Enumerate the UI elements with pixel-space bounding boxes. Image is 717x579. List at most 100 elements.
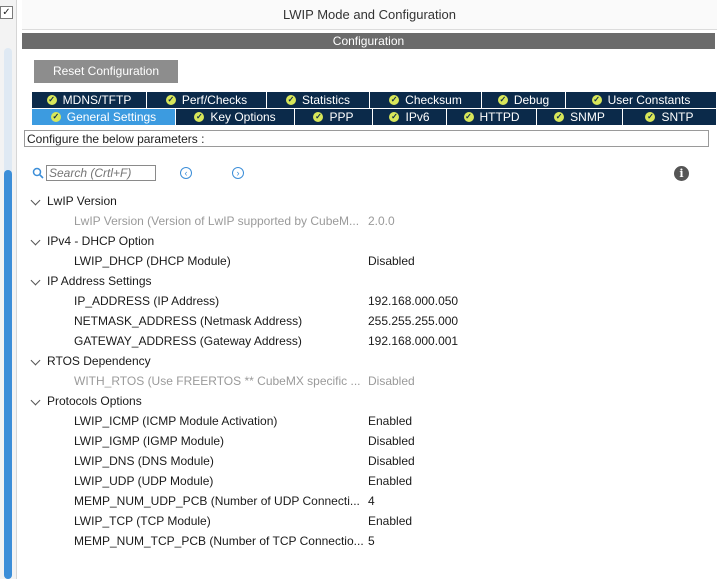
parameter-value[interactable]: 255.255.255.000 [368,311,458,331]
config-panel: LWIP Mode and Configuration Configuratio… [22,0,717,579]
parameter-value[interactable]: Disabled [368,431,415,451]
chevron-right-circle-icon[interactable]: › [232,167,244,179]
tab-checksum[interactable]: ✓ Checksum [370,92,482,108]
parameter-row[interactable]: WITH_RTOS (Use FREERTOS ** CubeMX specif… [22,371,712,391]
tab-mdns-tftp[interactable]: ✓ MDNS/TFTP [32,92,147,108]
parameter-row[interactable]: LWIP_IGMP (IGMP Module) Disabled [22,431,712,451]
tab-label: MDNS/TFTP [62,93,132,107]
parameter-row[interactable]: LWIP_ICMP (ICMP Module Activation) Enable… [22,411,712,431]
tab-row-1: ✓ MDNS/TFTP ✓ Perf/Checks ✓ Statistics ✓ Checks… [32,92,717,108]
parameter-name: LWIP_IGMP (IGMP Module) [74,434,225,448]
parameter-name: IP_ADDRESS (IP Address) [74,294,220,308]
tab-label: Statistics [301,93,350,107]
group-header[interactable]: IP Address Settings [22,271,712,291]
group-label: IP Address Settings [47,274,152,288]
check-circle-icon: ✓ [50,112,61,122]
parameter-row[interactable]: LWIP_TCP (TCP Module) Enabled [22,511,712,531]
group-header[interactable]: LwIP Version [22,191,712,211]
check-circle-icon: ✓ [389,112,400,122]
tab-label: Perf/Checks [181,93,248,107]
chevron-down-icon[interactable] [30,235,41,246]
left-checkbox[interactable]: ✓ [0,6,13,19]
parameter-row[interactable]: LWIP_DHCP (DHCP Module) Disabled [22,251,712,271]
parameter-value[interactable]: Enabled [368,411,412,431]
tab-key-options[interactable]: ✓ Key Options [176,109,295,125]
check-circle-icon: ✓ [165,95,176,105]
parameter-row[interactable]: MEMP_NUM_UDP_PCB (Number of UDP Connecti… [22,491,712,511]
tab-label: User Constants [607,93,691,107]
group-header[interactable]: Protocols Options [22,391,712,411]
parameter-row[interactable]: GATEWAY_ADDRESS (Gateway Address) 192.168… [22,331,712,351]
tab-label: HTTPD [479,110,520,124]
parameter-value[interactable]: Disabled [368,371,415,391]
check-circle-icon: ✓ [389,95,400,105]
parameter-name: WITH_RTOS (Use FREERTOS ** CubeMX specif… [74,374,361,388]
group-label: RTOS Dependency [47,354,151,368]
check-circle-icon: ✓ [645,112,656,122]
tab-label: Debug [513,93,550,107]
group-label: IPv4 - DHCP Option [47,234,155,248]
tab-sntp[interactable]: ✓ SNTP [623,109,717,125]
tab-user-constants[interactable]: ✓ User Constants [566,92,717,108]
parameter-name: LWIP_DNS (DNS Module) [74,454,214,468]
check-circle-icon: ✓ [194,112,205,122]
tab-ppp[interactable]: ✓ PPP [295,109,373,125]
parameter-name: GATEWAY_ADDRESS (Gateway Address) [74,334,302,348]
parameter-row[interactable]: LWIP_UDP (UDP Module) Enabled [22,471,712,491]
parameter-tree: LwIP Version LwIP Version (Version of LwI… [22,191,712,551]
parameter-name: MEMP_NUM_TCP_PCB (Number of TCP Connecti… [74,534,364,548]
reset-configuration-button[interactable]: Reset Configuration [34,60,178,83]
parameter-value[interactable]: Disabled [368,451,415,471]
parameter-row[interactable]: MEMP_NUM_TCP_PCB (Number of TCP Connecti… [22,531,712,551]
tab-row-2: ✓ General Settings ✓ Key Options ✓ PPP ✓ IPv6 ✓ H… [32,109,717,125]
tab-perf-checks[interactable]: ✓ Perf/Checks [147,92,267,108]
tab-statistics[interactable]: ✓ Statistics [267,92,370,108]
tab-debug[interactable]: ✓ Debug [482,92,566,108]
tab-ipv6[interactable]: ✓ IPv6 [373,109,447,125]
parameter-value[interactable]: Enabled [368,511,412,531]
search-row: ‹ › i [32,164,712,184]
tab-label: SNMP [570,110,605,124]
search-input[interactable] [46,165,156,181]
tab-snmp[interactable]: ✓ SNMP [537,109,623,125]
group-label: LwIP Version [47,194,117,208]
info-icon[interactable]: i [674,166,689,181]
tab-label: IPv6 [405,110,430,124]
check-circle-icon: ✓ [554,112,565,122]
parameter-row[interactable]: NETMASK_ADDRESS (Netmask Address) 255.255… [22,311,712,331]
left-scrollbar-thumb[interactable] [4,170,12,579]
window-title: LWIP Mode and Configuration [22,0,717,30]
parameter-value[interactable]: 192.168.000.001 [368,331,458,351]
parameter-row[interactable]: LWIP_DNS (DNS Module) Disabled [22,451,712,471]
parameter-value[interactable]: 5 [368,531,375,551]
params-header: Configure the below parameters : [24,130,709,147]
parameter-value[interactable]: 4 [368,491,375,511]
search-icon [32,167,44,179]
parameter-value[interactable]: 2.0.0 [368,211,395,231]
chevron-down-icon[interactable] [30,355,41,366]
chevron-down-icon[interactable] [30,195,41,206]
tab-general-settings[interactable]: ✓ General Settings [32,109,176,125]
parameter-value[interactable]: Disabled [368,251,415,271]
parameter-name: LWIP_UDP (UDP Module) [74,474,214,488]
parameter-value[interactable]: Enabled [368,471,412,491]
chevron-down-icon[interactable] [30,275,41,286]
check-circle-icon: ✓ [285,95,296,105]
group-label: Protocols Options [47,394,142,408]
tab-label: Key Options [210,110,276,124]
tab-httpd[interactable]: ✓ HTTPD [447,109,537,125]
chevron-left-circle-icon[interactable]: ‹ [180,167,192,179]
configuration-section-bar: Configuration [22,33,715,49]
parameter-value[interactable]: 192.168.000.050 [368,291,458,311]
group-header[interactable]: IPv4 - DHCP Option [22,231,712,251]
parameter-name: MEMP_NUM_UDP_PCB (Number of UDP Connecti… [74,494,360,508]
tab-label: Checksum [405,93,462,107]
chevron-down-icon[interactable] [30,395,41,406]
group-header[interactable]: RTOS Dependency [22,351,712,371]
parameter-name: NETMASK_ADDRESS (Netmask Address) [74,314,303,328]
parameter-name: LWIP_DHCP (DHCP Module) [74,254,231,268]
tab-label: SNTP [661,110,694,124]
parameter-row[interactable]: LwIP Version (Version of LwIP supported … [22,211,712,231]
parameter-row[interactable]: IP_ADDRESS (IP Address) 192.168.000.050 [22,291,712,311]
check-circle-icon: ✓ [463,112,474,122]
